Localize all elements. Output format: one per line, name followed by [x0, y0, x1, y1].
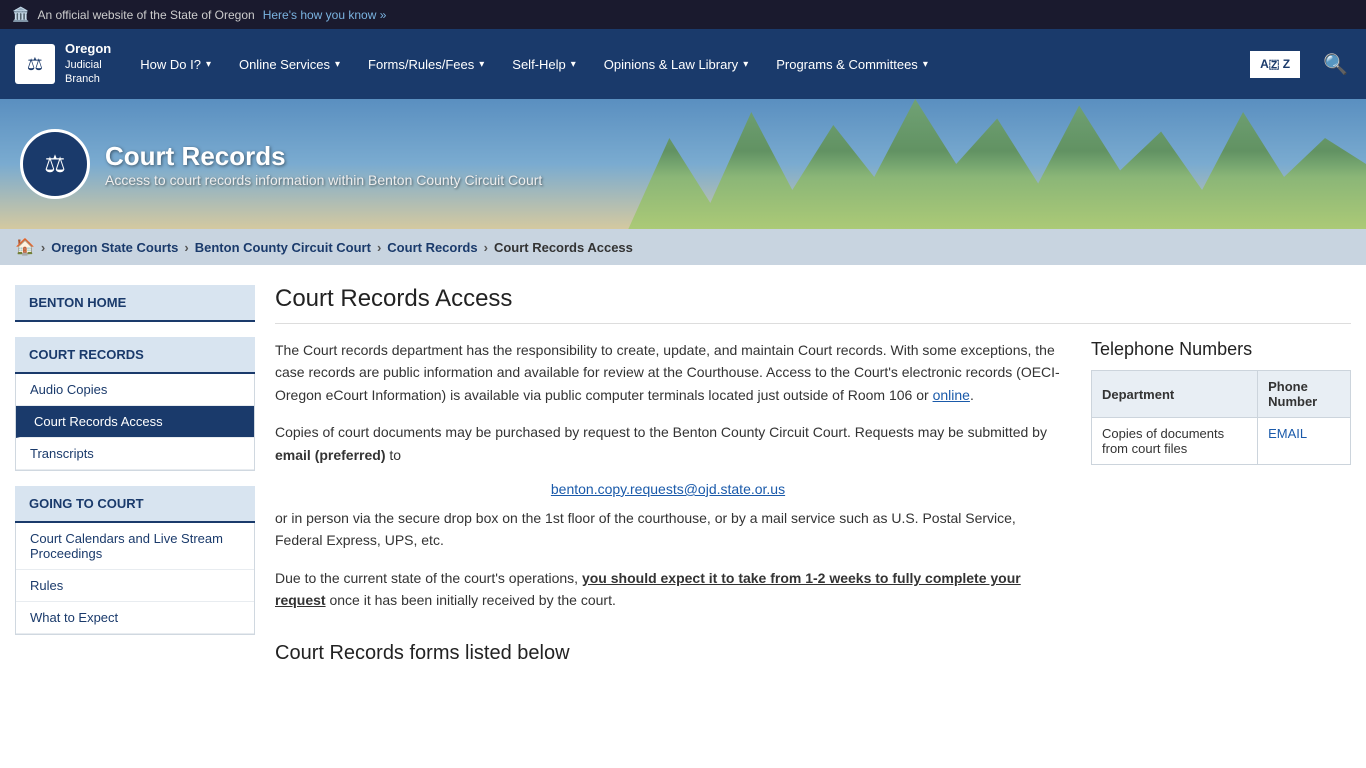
hero-subtitle: Access to court records information with…: [105, 172, 542, 188]
right-panel-title: Telephone Numbers: [1091, 339, 1351, 360]
main-container: BENTON HOME COURT RECORDS Audio Copies C…: [0, 265, 1366, 685]
breadcrumb: 🏠 › Oregon State Courts › Benton County …: [0, 229, 1366, 265]
content-para2-text: Copies of court documents may be purchas…: [275, 424, 1047, 440]
content-para3: or in person via the secure drop box on …: [275, 507, 1061, 552]
how-you-know-link[interactable]: Here's how you know »: [263, 8, 387, 22]
email-link[interactable]: benton.copy.requests@ojd.state.or.us: [275, 481, 1061, 497]
breadcrumb-benton-county[interactable]: Benton County Circuit Court: [195, 240, 371, 255]
sidebar: BENTON HOME COURT RECORDS Audio Copies C…: [15, 285, 255, 665]
content-para4-end: once it has been initially received by t…: [326, 592, 616, 608]
content-area: The Court records department has the res…: [275, 339, 1061, 665]
nav-opinions-law-library[interactable]: Opinions & Law Library ▾: [590, 29, 762, 99]
hero-seal-icon: ⚖: [20, 129, 90, 199]
sidebar-link-what-to-expect[interactable]: What to Expect: [16, 602, 254, 634]
breadcrumb-current: Court Records Access: [494, 240, 633, 255]
chevron-down-icon: ▾: [923, 59, 928, 70]
sidebar-link-court-records-access[interactable]: Court Records Access: [16, 406, 254, 438]
sidebar-section-benton-home[interactable]: BENTON HOME: [15, 285, 255, 320]
breadcrumb-separator: ›: [484, 240, 488, 255]
content-para1: The Court records department has the res…: [275, 339, 1061, 406]
nav-right: A🇿 Z 🔍: [1250, 29, 1366, 99]
brand-line1: Oregon: [65, 41, 111, 58]
breadcrumb-court-records[interactable]: Court Records: [387, 240, 477, 255]
table-row: Copies of documents from court files EMA…: [1092, 418, 1351, 465]
brand-line2: Judicial: [65, 58, 111, 72]
breadcrumb-oregon-state-courts[interactable]: Oregon State Courts: [51, 240, 178, 255]
nav-label: How Do I?: [140, 57, 201, 72]
content-para4-start: Due to the current state of the court's …: [275, 570, 582, 586]
forms-section-title: Court Records forms listed below: [275, 632, 1061, 665]
hero-content: ⚖ Court Records Access to court records …: [20, 129, 542, 199]
chevron-down-icon: ▾: [479, 59, 484, 70]
right-panel: Telephone Numbers Department Phone Numbe…: [1091, 339, 1351, 665]
hero-text: Court Records Access to court records in…: [105, 141, 542, 188]
sidebar-section-going-to-court: GOING TO COURT: [15, 486, 255, 521]
translate-button[interactable]: A🇿 Z: [1250, 51, 1300, 78]
table-cell-phone: EMAIL: [1258, 418, 1351, 465]
nav-label: Forms/Rules/Fees: [368, 57, 474, 72]
email-link-table[interactable]: EMAIL: [1268, 426, 1307, 441]
chevron-down-icon: ▾: [335, 59, 340, 70]
nav-label: Online Services: [239, 57, 330, 72]
hero-title: Court Records: [105, 141, 542, 172]
nav-self-help[interactable]: Self-Help ▾: [498, 29, 590, 99]
content-para4: Due to the current state of the court's …: [275, 567, 1061, 612]
top-banner: 🏛️ An official website of the State of O…: [0, 0, 1366, 29]
nav-forms-rules-fees[interactable]: Forms/Rules/Fees ▾: [354, 29, 498, 99]
nav-items: How Do I? ▾ Online Services ▾ Forms/Rule…: [126, 29, 1250, 99]
nav-how-do-i[interactable]: How Do I? ▾: [126, 29, 225, 99]
nav-label: Opinions & Law Library: [604, 57, 738, 72]
breadcrumb-separator: ›: [184, 240, 188, 255]
sidebar-court-records-links: Audio Copies Court Records Access Transc…: [15, 374, 255, 471]
nav-label: Programs & Committees: [776, 57, 918, 72]
table-header-phone: Phone Number: [1258, 371, 1351, 418]
content-main-row: The Court records department has the res…: [275, 339, 1351, 665]
chevron-down-icon: ▾: [206, 59, 211, 70]
main-navbar: ⚖ Oregon Judicial Branch How Do I? ▾ Onl…: [0, 29, 1366, 99]
breadcrumb-separator: ›: [377, 240, 381, 255]
online-link[interactable]: online: [933, 387, 970, 403]
brand-seal-icon: ⚖: [15, 44, 55, 84]
table-cell-department: Copies of documents from court files: [1092, 418, 1258, 465]
banner-text: An official website of the State of Oreg…: [37, 8, 254, 22]
page-title-area: Court Records Access: [275, 285, 1351, 339]
search-button[interactable]: 🔍: [1305, 42, 1366, 87]
search-icon: 🔍: [1323, 54, 1348, 76]
sidebar-link-rules[interactable]: Rules: [16, 570, 254, 602]
sidebar-section-court-records: COURT RECORDS: [15, 337, 255, 372]
chevron-down-icon: ▾: [743, 59, 748, 70]
breadcrumb-separator: ›: [41, 240, 45, 255]
flag-icon: 🏛️: [12, 6, 29, 23]
content-para2-bold: email (preferred): [275, 447, 385, 463]
nav-label: Self-Help: [512, 57, 565, 72]
sidebar-link-transcripts[interactable]: Transcripts: [16, 438, 254, 470]
page-title: Court Records Access: [275, 285, 1351, 324]
home-icon[interactable]: 🏠: [15, 237, 35, 257]
nav-programs-committees[interactable]: Programs & Committees ▾: [762, 29, 942, 99]
phone-table: Department Phone Number Copies of docume…: [1091, 370, 1351, 465]
brand-line3: Branch: [65, 72, 111, 86]
brand[interactable]: ⚖ Oregon Judicial Branch: [0, 29, 126, 99]
nav-online-services[interactable]: Online Services ▾: [225, 29, 354, 99]
content-para2-end: to: [385, 447, 401, 463]
chevron-down-icon: ▾: [571, 59, 576, 70]
sidebar-link-court-calendars[interactable]: Court Calendars and Live Stream Proceedi…: [16, 523, 254, 570]
content-para2: Copies of court documents may be purchas…: [275, 421, 1061, 466]
sidebar-link-audio-copies[interactable]: Audio Copies: [16, 374, 254, 406]
brand-text: Oregon Judicial Branch: [65, 41, 111, 86]
sidebar-going-to-court-links: Court Calendars and Live Stream Proceedi…: [15, 523, 255, 635]
table-header-department: Department: [1092, 371, 1258, 418]
hero-banner: ⚖ Court Records Access to court records …: [0, 99, 1366, 229]
